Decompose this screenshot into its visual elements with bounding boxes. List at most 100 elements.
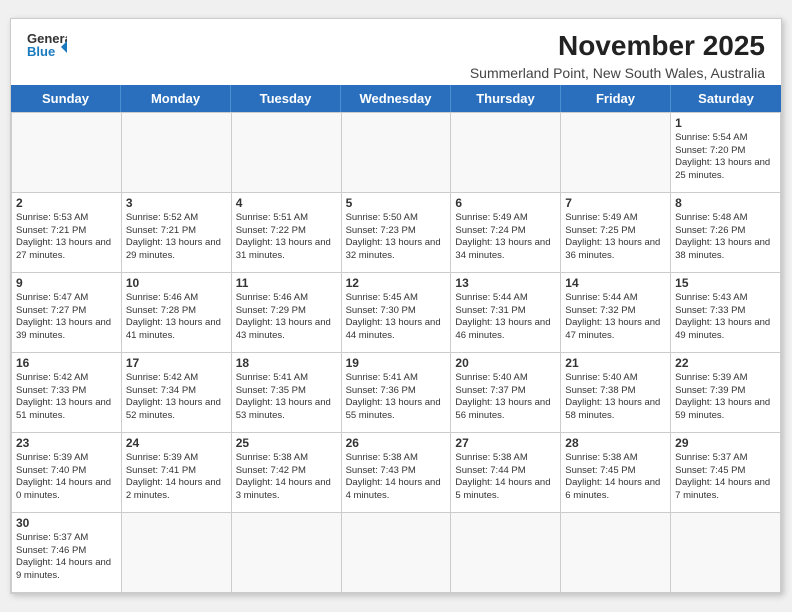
calendar-cell: 3 Sunrise: 5:52 AM Sunset: 7:21 PM Daylig… <box>122 193 232 273</box>
cell-content: Sunrise: 5:42 AM Sunset: 7:34 PM Dayligh… <box>126 372 227 423</box>
calendar-cell: 2 Sunrise: 5:53 AM Sunset: 7:21 PM Daylig… <box>12 193 122 273</box>
calendar-cell: 28 Sunrise: 5:38 AM Sunset: 7:45 PM Dayli… <box>561 433 671 513</box>
header-thursday: Thursday <box>451 85 561 112</box>
day-number: 3 <box>126 196 227 210</box>
calendar-cell: 4 Sunrise: 5:51 AM Sunset: 7:22 PM Daylig… <box>232 193 342 273</box>
cell-content: Sunrise: 5:39 AM Sunset: 7:39 PM Dayligh… <box>675 372 776 423</box>
day-number: 16 <box>16 356 117 370</box>
svg-text:Blue: Blue <box>27 44 55 59</box>
calendar-cell: 26Sunrise: 5:38 AM Sunset: 7:43 PM Dayli… <box>342 433 452 513</box>
cell-content: Sunrise: 5:44 AM Sunset: 7:31 PM Dayligh… <box>455 292 556 343</box>
calendar-cell: 5Sunrise: 5:50 AM Sunset: 7:23 PM Daylig… <box>342 193 452 273</box>
calendar-cell: 9Sunrise: 5:47 AM Sunset: 7:27 PM Daylig… <box>12 273 122 353</box>
day-number: 8 <box>675 196 776 210</box>
day-number: 11 <box>236 276 337 290</box>
cell-content: Sunrise: 5:49 AM Sunset: 7:25 PM Dayligh… <box>565 212 666 263</box>
title-section: November 2025 Summerland Point, New Sout… <box>470 29 765 81</box>
cell-content: Sunrise: 5:38 AM Sunset: 7:45 PM Dayligh… <box>565 452 666 503</box>
cell-content: Sunrise: 5:48 AM Sunset: 7:26 PM Dayligh… <box>675 212 776 263</box>
calendar-cell: 23 Sunrise: 5:39 AM Sunset: 7:40 PM Dayli… <box>12 433 122 513</box>
header-wednesday: Wednesday <box>341 85 451 112</box>
day-number: 10 <box>126 276 227 290</box>
day-number: 15 <box>675 276 776 290</box>
calendar-cell <box>451 513 561 593</box>
day-number: 2 <box>16 196 117 210</box>
day-number: 7 <box>565 196 666 210</box>
cell-content: Sunrise: 5:52 AM Sunset: 7:21 PM Dayligh… <box>126 212 227 263</box>
calendar-cell: 30Sunrise: 5:37 AM Sunset: 7:46 PM Dayli… <box>12 513 122 593</box>
calendar-cell: 25Sunrise: 5:38 AM Sunset: 7:42 PM Dayli… <box>232 433 342 513</box>
calendar-cell: 27 Sunrise: 5:38 AM Sunset: 7:44 PM Dayli… <box>451 433 561 513</box>
header-sunday: Sunday <box>11 85 121 112</box>
day-number: 29 <box>675 436 776 450</box>
calendar-container: General Blue November 2025 Summerland Po… <box>10 18 782 594</box>
day-number: 13 <box>455 276 556 290</box>
day-number: 30 <box>16 516 117 530</box>
month-title: November 2025 <box>470 29 765 63</box>
calendar-cell: 20 Sunrise: 5:40 AM Sunset: 7:37 PM Dayli… <box>451 353 561 433</box>
day-number: 19 <box>346 356 447 370</box>
cell-content: Sunrise: 5:51 AM Sunset: 7:22 PM Dayligh… <box>236 212 337 263</box>
calendar-cell: 10 Sunrise: 5:46 AM Sunset: 7:28 PM Dayli… <box>122 273 232 353</box>
calendar-cell <box>12 113 122 193</box>
calendar-cell: 15Sunrise: 5:43 AM Sunset: 7:33 PM Dayli… <box>671 273 781 353</box>
location-title: Summerland Point, New South Wales, Austr… <box>470 65 765 81</box>
cell-content: Sunrise: 5:44 AM Sunset: 7:32 PM Dayligh… <box>565 292 666 343</box>
calendar-cell <box>342 513 452 593</box>
calendar-cell: 8 Sunrise: 5:48 AM Sunset: 7:26 PM Daylig… <box>671 193 781 273</box>
calendar-cell: 6 Sunrise: 5:49 AM Sunset: 7:24 PM Daylig… <box>451 193 561 273</box>
logo-icon: General Blue <box>27 29 67 70</box>
day-number: 20 <box>455 356 556 370</box>
calendar-cell <box>232 513 342 593</box>
calendar-cell: 22 Sunrise: 5:39 AM Sunset: 7:39 PM Dayli… <box>671 353 781 433</box>
cell-content: Sunrise: 5:40 AM Sunset: 7:37 PM Dayligh… <box>455 372 556 423</box>
cell-content: Sunrise: 5:53 AM Sunset: 7:21 PM Dayligh… <box>16 212 117 263</box>
calendar-cell <box>232 113 342 193</box>
day-number: 28 <box>565 436 666 450</box>
cell-content: Sunrise: 5:39 AM Sunset: 7:40 PM Dayligh… <box>16 452 117 503</box>
calendar-cell <box>122 113 232 193</box>
header-tuesday: Tuesday <box>231 85 341 112</box>
header: General Blue November 2025 Summerland Po… <box>11 19 781 85</box>
calendar-cell <box>561 113 671 193</box>
day-number: 17 <box>126 356 227 370</box>
calendar-cell: 19 Sunrise: 5:41 AM Sunset: 7:36 PM Dayli… <box>342 353 452 433</box>
cell-content: Sunrise: 5:38 AM Sunset: 7:44 PM Dayligh… <box>455 452 556 503</box>
cell-content: Sunrise: 5:40 AM Sunset: 7:38 PM Dayligh… <box>565 372 666 423</box>
day-number: 1 <box>675 116 776 130</box>
calendar-cell: 11 Sunrise: 5:46 AM Sunset: 7:29 PM Dayli… <box>232 273 342 353</box>
calendar-cell: 21Sunrise: 5:40 AM Sunset: 7:38 PM Dayli… <box>561 353 671 433</box>
day-number: 25 <box>236 436 337 450</box>
day-number: 4 <box>236 196 337 210</box>
day-number: 22 <box>675 356 776 370</box>
cell-content: Sunrise: 5:37 AM Sunset: 7:45 PM Dayligh… <box>675 452 776 503</box>
cell-content: Sunrise: 5:46 AM Sunset: 7:29 PM Dayligh… <box>236 292 337 343</box>
cell-content: Sunrise: 5:46 AM Sunset: 7:28 PM Dayligh… <box>126 292 227 343</box>
calendar-cell: 7 Sunrise: 5:49 AM Sunset: 7:25 PM Daylig… <box>561 193 671 273</box>
header-saturday: Saturday <box>671 85 781 112</box>
calendar-cell: 1 Sunrise: 5:54 AM Sunset: 7:20 PM Daylig… <box>671 113 781 193</box>
day-number: 12 <box>346 276 447 290</box>
calendar-cell: 24Sunrise: 5:39 AM Sunset: 7:41 PM Dayli… <box>122 433 232 513</box>
day-number: 26 <box>346 436 447 450</box>
cell-content: Sunrise: 5:42 AM Sunset: 7:33 PM Dayligh… <box>16 372 117 423</box>
calendar-cell: 16 Sunrise: 5:42 AM Sunset: 7:33 PM Dayli… <box>12 353 122 433</box>
cell-content: Sunrise: 5:54 AM Sunset: 7:20 PM Dayligh… <box>675 132 776 183</box>
calendar-cell: 18 Sunrise: 5:41 AM Sunset: 7:35 PM Dayli… <box>232 353 342 433</box>
day-number: 6 <box>455 196 556 210</box>
calendar-cell <box>342 113 452 193</box>
cell-content: Sunrise: 5:47 AM Sunset: 7:27 PM Dayligh… <box>16 292 117 343</box>
day-number: 27 <box>455 436 556 450</box>
day-number: 14 <box>565 276 666 290</box>
cell-content: Sunrise: 5:49 AM Sunset: 7:24 PM Dayligh… <box>455 212 556 263</box>
calendar-cell: 12Sunrise: 5:45 AM Sunset: 7:30 PM Dayli… <box>342 273 452 353</box>
cell-content: Sunrise: 5:41 AM Sunset: 7:35 PM Dayligh… <box>236 372 337 423</box>
day-number: 18 <box>236 356 337 370</box>
calendar-cell: 14 Sunrise: 5:44 AM Sunset: 7:32 PM Dayli… <box>561 273 671 353</box>
day-headers: Sunday Monday Tuesday Wednesday Thursday… <box>11 85 781 112</box>
calendar-cell: 13 Sunrise: 5:44 AM Sunset: 7:31 PM Dayli… <box>451 273 561 353</box>
day-number: 24 <box>126 436 227 450</box>
day-number: 23 <box>16 436 117 450</box>
header-monday: Monday <box>121 85 231 112</box>
cell-content: Sunrise: 5:41 AM Sunset: 7:36 PM Dayligh… <box>346 372 447 423</box>
